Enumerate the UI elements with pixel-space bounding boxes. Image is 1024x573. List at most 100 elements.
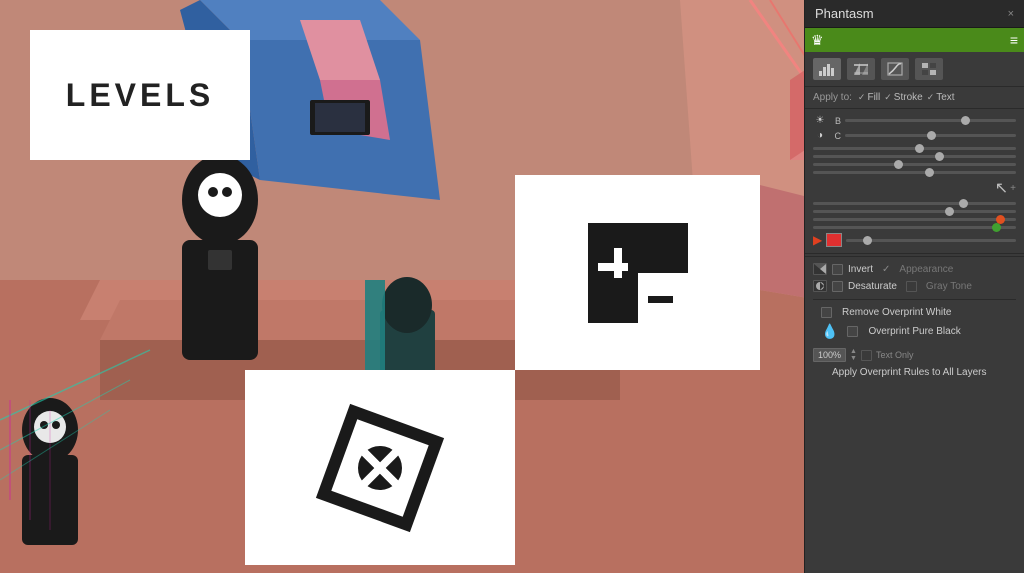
slider-6-thumb[interactable] (945, 207, 954, 216)
slider-row-5 (813, 202, 1016, 205)
percentage-row: 100% ▲ ▼ Text Only (805, 346, 1024, 364)
long-slider-3[interactable] (813, 163, 1016, 166)
color-slider-thumb[interactable] (863, 236, 872, 245)
slider-1-thumb[interactable] (915, 144, 924, 153)
stroke-checkbox[interactable]: ✓ Stroke (884, 92, 922, 103)
bc-sliders-area: ☀ B ◑ C (805, 109, 1024, 147)
color-slider[interactable] (846, 239, 1016, 242)
overprint-black-row: 💧 Overprint Pure Black (813, 323, 1016, 340)
long-slider-1[interactable] (813, 147, 1016, 150)
remove-overprint-row: Remove Overprint White (813, 307, 1016, 318)
slider-2-thumb[interactable] (935, 152, 944, 161)
divider-2 (813, 299, 1016, 300)
pct-down-arrow[interactable]: ▼ (850, 355, 857, 362)
plus-minus-icon (573, 208, 703, 338)
gradient-tool-button[interactable] (847, 58, 875, 80)
invert-row: Invert ✓ Appearance (813, 263, 1016, 275)
cursor-plus-icon: + (1010, 183, 1016, 194)
appearance-label: Appearance (899, 264, 953, 275)
cursor-icon: ↖ (995, 178, 1008, 198)
plus-minus-card (515, 175, 760, 370)
text-check-mark: ✓ (927, 92, 935, 103)
long-slider-5[interactable] (813, 202, 1016, 205)
circle-slash-icon (310, 398, 450, 538)
contrast-icon: ◑ (813, 130, 827, 141)
b-label: B (831, 116, 841, 126)
text-checkbox[interactable]: ✓ Text (927, 92, 955, 103)
text-only-label: Text Only (876, 350, 914, 360)
panel-title: Phantasm (815, 6, 874, 21)
stroke-check-mark: ✓ (884, 92, 892, 103)
desaturate-row: Desaturate Gray Tone (813, 280, 1016, 292)
contrast-thumb[interactable] (927, 131, 936, 140)
phantasm-panel: Phantasm × ♛ ≡ (804, 0, 1024, 573)
overprint-black-checkbox[interactable] (847, 326, 858, 337)
fill-label: Fill (867, 92, 880, 103)
apply-rules-label: Apply Overprint Rules to All Layers (832, 367, 987, 378)
overprint-black-label: Overprint Pure Black (868, 326, 960, 337)
menu-icon[interactable]: ≡ (1010, 32, 1018, 48)
text-only-checkbox[interactable] (861, 350, 872, 361)
crown-icon: ♛ (811, 32, 824, 49)
levels-card: LEVELS (30, 30, 250, 160)
apply-rules-row: Apply Overprint Rules to All Layers (805, 364, 1024, 381)
slider-row-4 (813, 171, 1016, 174)
percentage-arrows[interactable]: ▲ ▼ (850, 348, 857, 362)
slider-row-3 (813, 163, 1016, 166)
invert-label: Invert (848, 264, 873, 275)
text-label: Text (936, 92, 954, 103)
fill-check-mark: ✓ (858, 92, 866, 103)
slider-row-green (813, 226, 1016, 229)
brightness-thumb[interactable] (961, 116, 970, 125)
remove-overprint-checkbox[interactable] (821, 307, 832, 318)
colored-sliders-area (805, 202, 1024, 229)
c-label: C (831, 131, 841, 141)
invert-checkbox[interactable] (832, 264, 843, 275)
color-arrow-icon[interactable]: ▶ (813, 233, 822, 247)
levels-label: LEVELS (66, 77, 214, 114)
panel-close-button[interactable]: × (1008, 8, 1014, 20)
slider-3-thumb[interactable] (894, 160, 903, 169)
long-sliders-area (805, 147, 1024, 174)
panel-header: Phantasm × (805, 0, 1024, 28)
cursor-area: ↖ + (805, 174, 1024, 202)
graytone-label: Gray Tone (926, 281, 972, 292)
color-swatch-row: ▶ (805, 229, 1024, 251)
fill-checkbox[interactable]: ✓ Fill (858, 92, 880, 103)
brightness-icon: ☀ (813, 115, 827, 126)
desaturate-icon (813, 280, 827, 292)
long-slider-2[interactable] (813, 155, 1016, 158)
checkboxes-section: Invert ✓ Appearance Desaturate Gray Tone… (805, 256, 1024, 346)
drop-icon: 💧 (821, 323, 838, 340)
long-slider-green[interactable] (813, 226, 1016, 229)
long-slider-orange[interactable] (813, 218, 1016, 221)
slider-row-1 (813, 147, 1016, 150)
divider-1 (805, 253, 1024, 254)
slider-5-thumb[interactable] (959, 199, 968, 208)
slider-4-thumb[interactable] (925, 168, 934, 177)
slider-row-6 (813, 210, 1016, 213)
appearance-check: ✓ (882, 264, 890, 275)
pattern-tool-button[interactable] (915, 58, 943, 80)
color-swatch[interactable] (826, 233, 842, 247)
slider-green-thumb[interactable] (992, 223, 1001, 232)
invert-icon (813, 263, 827, 275)
circle-slash-card (245, 370, 515, 565)
brightness-row: ☀ B (813, 115, 1016, 126)
apply-to-label: Apply to: (813, 92, 852, 103)
pct-up-arrow[interactable]: ▲ (850, 348, 857, 355)
stroke-label: Stroke (894, 92, 923, 103)
contrast-slider[interactable] (845, 134, 1016, 137)
curves-tool-button[interactable] (881, 58, 909, 80)
long-slider-6[interactable] (813, 210, 1016, 213)
long-slider-4[interactable] (813, 171, 1016, 174)
histogram-tool-button[interactable] (813, 58, 841, 80)
graytone-checkbox[interactable] (906, 281, 917, 292)
percentage-value[interactable]: 100% (813, 348, 846, 362)
slider-row-orange (813, 218, 1016, 221)
desaturate-checkbox[interactable] (832, 281, 843, 292)
contrast-row: ◑ C (813, 130, 1016, 141)
brightness-slider[interactable] (845, 119, 1016, 122)
desaturate-label: Desaturate (848, 281, 897, 292)
tool-icons-row (805, 52, 1024, 87)
